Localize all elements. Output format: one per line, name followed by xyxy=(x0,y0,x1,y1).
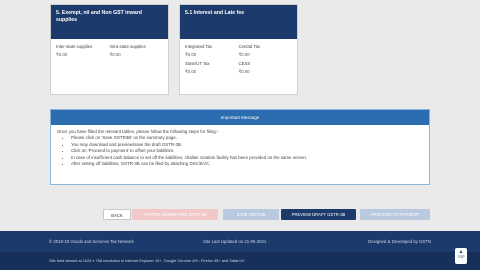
inter-state-label: Inter-state supplies xyxy=(56,44,93,49)
intra-state-value: ₹0.00 xyxy=(109,52,121,57)
best-viewed-text: Site best viewed at 1024 x 768 resolutio… xyxy=(49,258,245,263)
preview-draft-button[interactable]: PREVIEW DRAFT GSTR-3B xyxy=(281,209,356,220)
designed-by-text: Designed & Developed by GSTN xyxy=(368,239,431,244)
system-generated-gstr3b-button[interactable]: SYSTEM GENERATED GSTR-3B xyxy=(132,209,218,220)
inter-state-value: ₹0.00 xyxy=(56,52,68,57)
step-item: After setting off liabilities, GSTR-3B c… xyxy=(71,161,423,167)
central-tax-value: ₹0.00 xyxy=(238,52,250,57)
last-updated-text: Site Last Updated on 21-05-2021 xyxy=(203,239,267,244)
steps-list: Please click on 'Save GSTR3B' on the sum… xyxy=(57,135,423,167)
card-title: 5. Exempt, nil and Non GST inward suppli… xyxy=(51,5,168,39)
important-message-panel: Important Message Once you have filled t… xyxy=(50,109,430,185)
card-title: 5.1 Interest and Late fee xyxy=(180,5,297,39)
state-ut-tax-label: State/UT Tax xyxy=(185,61,210,66)
copyright-text: © 2018-19 Goods and Services Tax Network xyxy=(49,239,134,244)
cess-label: CESS xyxy=(238,61,251,66)
interest-late-fee-card: 5.1 Interest and Late fee Integrated Tax… xyxy=(179,4,298,95)
proceed-to-payment-button[interactable]: PROCEED TO PAYMENT xyxy=(360,209,430,220)
action-bar: BACK SYSTEM GENERATED GSTR-3B SAVE GSTR3… xyxy=(0,209,480,221)
save-gstr3b-button[interactable]: SAVE GSTR3B xyxy=(223,209,279,220)
central-tax-label: Central Tax xyxy=(238,44,261,49)
intra-state-label: Intra-state supplies xyxy=(109,44,146,49)
scroll-top-button[interactable]: ▲ TOP xyxy=(455,248,467,264)
integrated-tax-value: ₹0.00 xyxy=(185,52,197,57)
state-ut-tax-value: ₹0.00 xyxy=(185,69,197,74)
cess-value: ₹0.00 xyxy=(238,69,250,74)
important-message-heading: Important Message xyxy=(51,110,429,125)
top-label: TOP xyxy=(457,255,465,259)
back-button[interactable]: BACK xyxy=(103,209,131,220)
footer: © 2018-19 Goods and Services Tax Network… xyxy=(0,231,480,270)
integrated-tax-label: Integrated Tax xyxy=(185,44,213,49)
exempt-nil-card: 5. Exempt, nil and Non GST inward suppli… xyxy=(50,4,169,95)
